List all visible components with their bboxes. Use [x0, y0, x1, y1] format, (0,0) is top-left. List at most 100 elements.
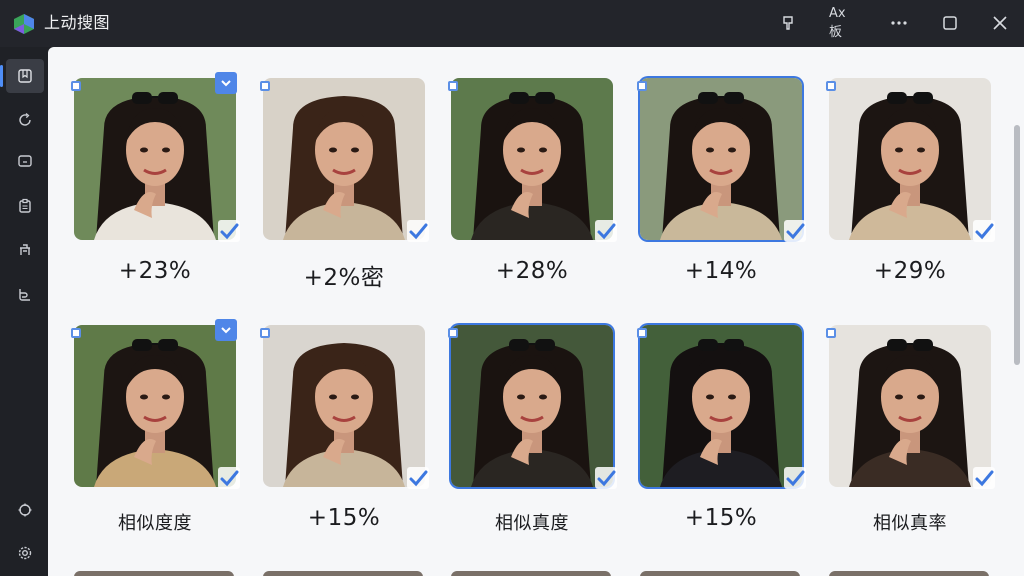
result-card[interactable]: 相似度度 [71, 319, 244, 540]
sidebar-item-plugin[interactable] [6, 493, 44, 527]
portrait-image [451, 325, 613, 487]
similarity-label: +28% [495, 258, 569, 284]
sidebar-item-gallery[interactable] [0, 59, 44, 93]
app-logo-icon [14, 14, 34, 34]
similarity-label: 相似真度 [495, 513, 569, 534]
select-checkbox[interactable] [448, 81, 458, 91]
result-thumbnail[interactable] [74, 325, 236, 487]
similarity-label: 相似真率 [873, 513, 947, 534]
app-title: 上动搜图 [44, 13, 111, 32]
result-card[interactable]: +29% [826, 78, 999, 293]
select-checkbox[interactable] [71, 328, 81, 338]
checkmark-icon [407, 467, 429, 489]
result-card[interactable]: +14% [637, 78, 810, 293]
portrait-image [829, 325, 991, 487]
portrait-image [640, 78, 802, 240]
selected-check-button[interactable] [595, 220, 617, 242]
result-card[interactable]: 相似真度 [448, 325, 621, 540]
similarity-label: 相似度度 [118, 513, 192, 534]
result-thumbnail[interactable] [640, 78, 802, 240]
result-thumbnail[interactable] [74, 78, 236, 240]
select-checkbox[interactable] [71, 81, 81, 91]
settings-icon [18, 546, 32, 560]
result-thumbnail-partial[interactable] [263, 571, 423, 576]
checkmark-icon [973, 220, 995, 242]
select-checkbox[interactable] [260, 81, 270, 91]
result-thumbnail[interactable] [263, 325, 425, 487]
portrait-image [74, 325, 236, 487]
similarity-label: +23% [118, 258, 192, 284]
result-thumbnail[interactable] [451, 325, 613, 487]
select-checkbox[interactable] [826, 328, 836, 338]
expand-badge[interactable] [215, 319, 237, 341]
filter-button[interactable]: Ax 板 [826, 6, 862, 40]
result-card[interactable]: +15% [260, 325, 433, 540]
app-window: 上动搜图 Ax 板 +23% +2%密 +28% +14% +29% 相似度度 … [0, 0, 1024, 576]
sidebar-item-bench[interactable] [6, 233, 44, 267]
selected-check-button[interactable] [784, 467, 806, 489]
more-horizontal-icon [891, 21, 907, 25]
close-icon [993, 16, 1007, 30]
portrait-image [263, 325, 425, 487]
checkmark-icon [595, 467, 617, 489]
plugin-icon [18, 503, 32, 517]
selected-check-button[interactable] [973, 220, 995, 242]
checkmark-icon [784, 467, 806, 489]
portrait-image [451, 78, 613, 240]
select-checkbox[interactable] [637, 81, 647, 91]
selected-check-button[interactable] [218, 467, 240, 489]
selected-check-button[interactable] [595, 467, 617, 489]
chevron-down-icon [221, 327, 231, 334]
filter-label: Ax 板 [829, 6, 846, 40]
result-card[interactable]: +15% [637, 325, 810, 540]
image-grid: +23% +2%密 +28% +14% +29% 相似度度 +15% 相似真度 +15% 相似真率 [48, 47, 1024, 576]
select-checkbox[interactable] [448, 328, 458, 338]
similarity-label: +2%密 [303, 265, 385, 291]
checkmark-icon [218, 467, 240, 489]
similarity-label: +14% [684, 258, 758, 284]
pin-button[interactable] [778, 11, 798, 35]
chevron-down-icon [221, 80, 231, 87]
result-thumbnail-partial[interactable] [74, 571, 234, 576]
result-thumbnail[interactable] [829, 78, 991, 240]
clipboard-icon [19, 198, 31, 213]
maximize-button[interactable] [940, 11, 960, 35]
gallery-icon [18, 69, 32, 83]
selected-check-button[interactable] [973, 467, 995, 489]
result-card[interactable]: +23% [71, 72, 244, 293]
result-thumbnail[interactable] [829, 325, 991, 487]
sidebar-item-refresh[interactable] [6, 103, 44, 137]
checkmark-icon [973, 467, 995, 489]
result-card[interactable]: +2%密 [260, 78, 433, 293]
result-thumbnail[interactable] [451, 78, 613, 240]
sidebar-item-settings[interactable] [6, 536, 44, 570]
result-thumbnail-partial[interactable] [451, 571, 611, 576]
result-thumbnail[interactable] [640, 325, 802, 487]
result-thumbnail[interactable] [263, 78, 425, 240]
more-button[interactable] [888, 11, 910, 35]
portrait-image [263, 78, 425, 240]
select-checkbox[interactable] [260, 328, 270, 338]
expand-badge[interactable] [215, 72, 237, 94]
similarity-label: +15% [307, 505, 381, 531]
sidebar-item-monitor[interactable] [6, 144, 44, 178]
result-card[interactable]: +28% [448, 78, 621, 293]
vertical-scrollbar[interactable] [1014, 125, 1020, 365]
tag-icon [19, 289, 30, 301]
sidebar [0, 47, 48, 576]
maximize-icon [943, 16, 957, 30]
checkmark-icon [595, 220, 617, 242]
selected-check-button[interactable] [784, 220, 806, 242]
select-checkbox[interactable] [637, 328, 647, 338]
selected-check-button[interactable] [407, 467, 429, 489]
selected-check-button[interactable] [218, 220, 240, 242]
similarity-label: +29% [873, 258, 947, 284]
result-thumbnail-partial[interactable] [640, 571, 800, 576]
selected-check-button[interactable] [407, 220, 429, 242]
result-card[interactable]: 相似真率 [826, 325, 999, 540]
select-checkbox[interactable] [826, 81, 836, 91]
sidebar-item-tag[interactable] [6, 277, 44, 311]
close-button[interactable] [990, 11, 1010, 35]
result-thumbnail-partial[interactable] [829, 571, 989, 576]
sidebar-item-clipboard[interactable] [6, 189, 44, 223]
